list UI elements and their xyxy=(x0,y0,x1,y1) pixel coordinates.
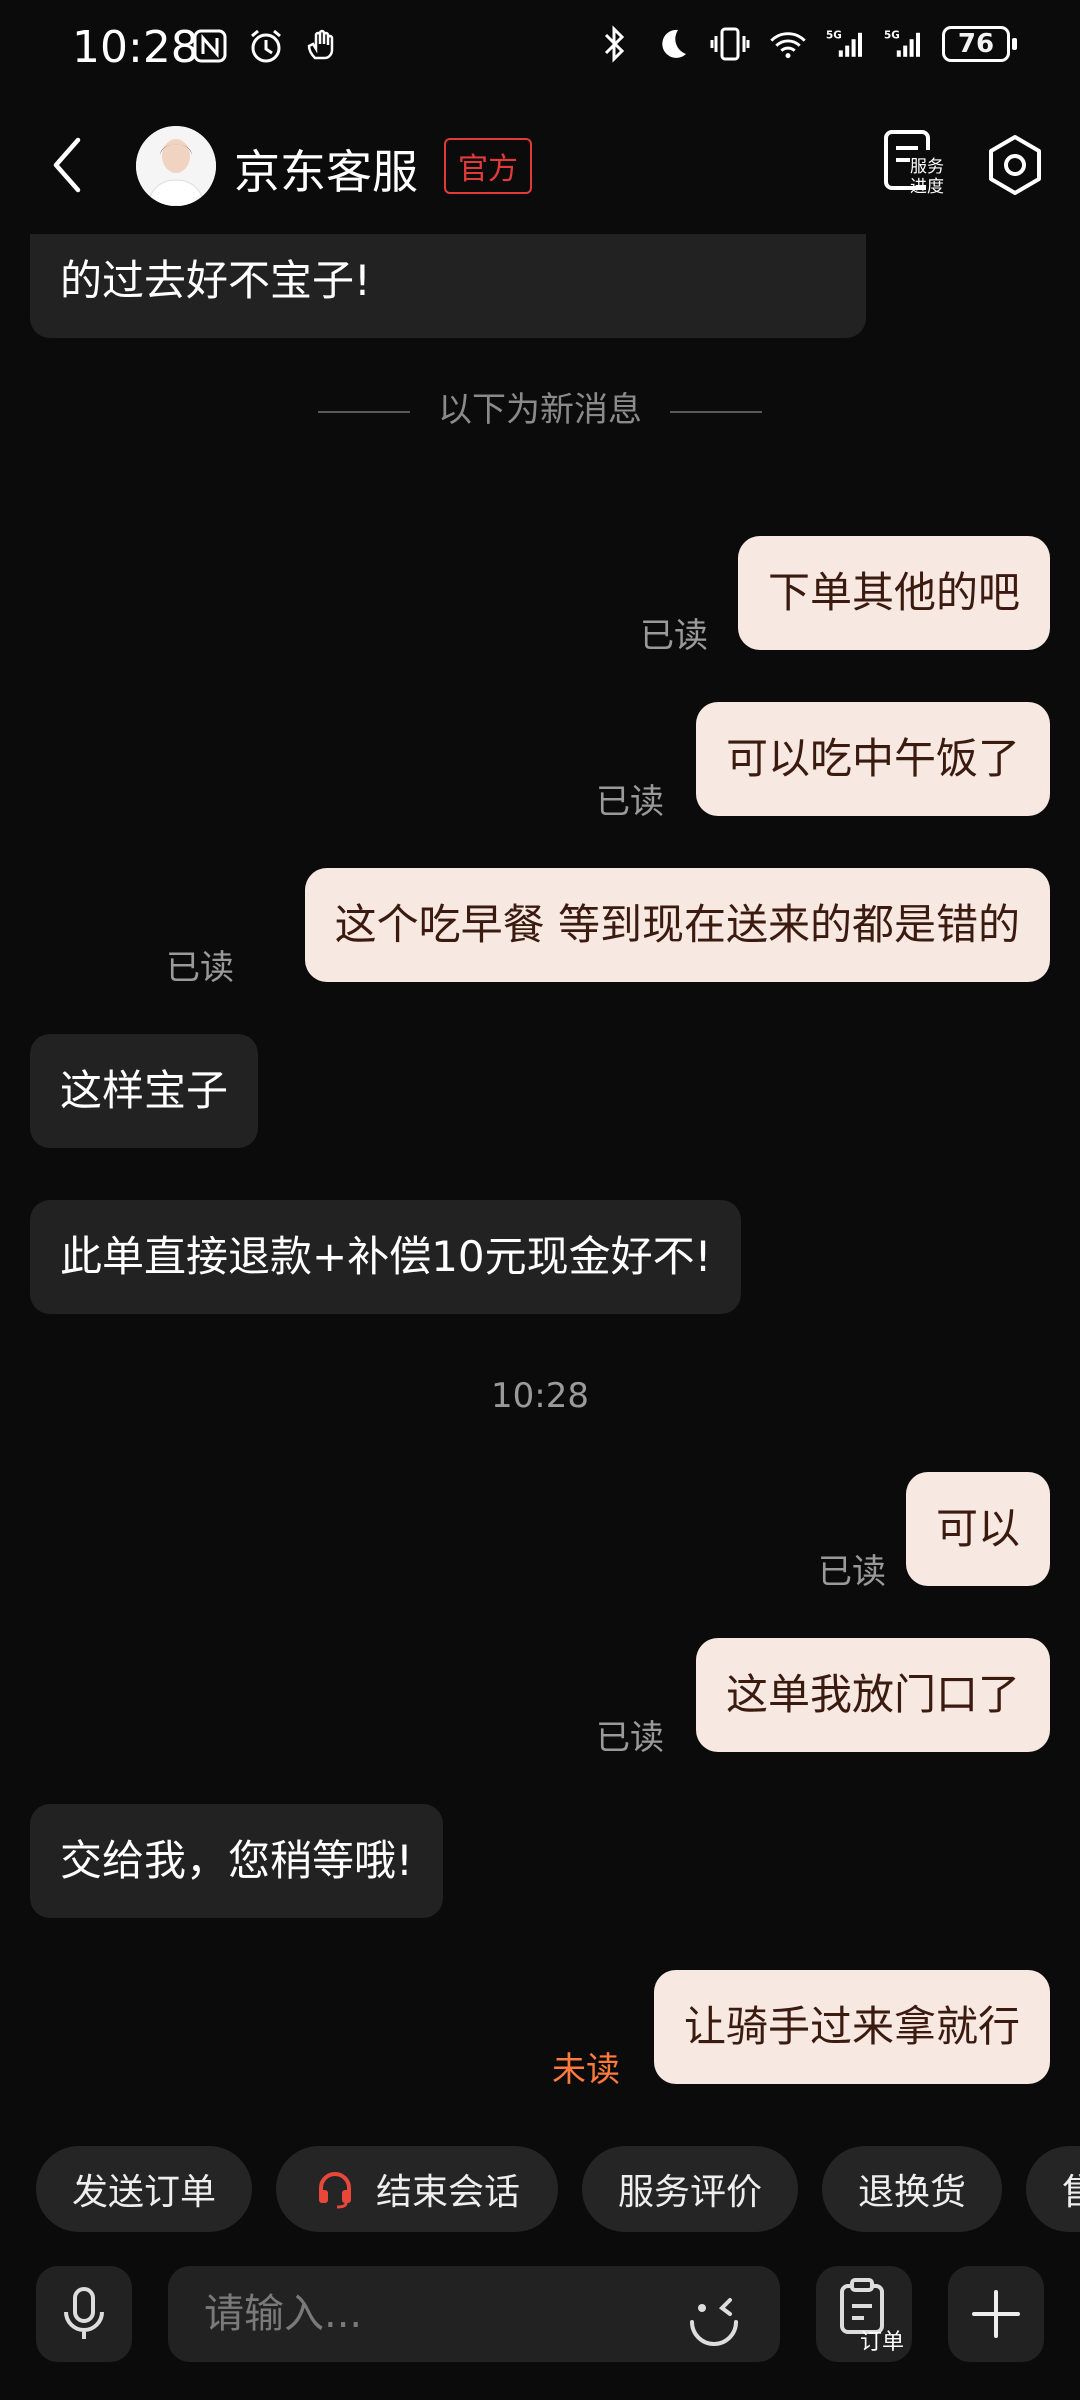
signal-5g-icon: 5G xyxy=(826,24,866,64)
unread-status: 未读 xyxy=(552,2050,620,2090)
chat-title: 京东客服 xyxy=(234,145,418,199)
service-progress-label-2: 进度 xyxy=(910,177,944,197)
more-button[interactable] xyxy=(948,2266,1044,2362)
read-status: 已读 xyxy=(596,1718,664,1758)
message-text: 此单直接退款+补偿10元现金好不! xyxy=(60,1232,712,1281)
chip-label: 退换货 xyxy=(857,2172,966,2213)
new-messages-label: 以下为新消息 xyxy=(438,390,642,430)
microphone-icon xyxy=(64,2287,104,2339)
outgoing-message[interactable]: 这个吃早餐 等到现在送来的都是错的 xyxy=(304,868,1050,982)
message-text: 这单我放门口了 xyxy=(725,1670,1020,1719)
back-button[interactable] xyxy=(44,130,94,200)
new-messages-divider: 以下为新消息 xyxy=(0,382,1080,431)
outgoing-message[interactable]: 让骑手过来拿就行 xyxy=(653,1970,1050,2084)
plus-icon xyxy=(972,2290,1020,2338)
settings-button[interactable] xyxy=(982,132,1048,198)
hand-icon xyxy=(302,26,342,66)
chip-label: 发送订单 xyxy=(71,2172,216,2213)
message-text: 这样宝子 xyxy=(60,1066,229,1115)
order-button[interactable]: 订单 xyxy=(816,2266,912,2362)
chat-header: 京东客服 官方 服务 进度 xyxy=(0,110,1080,220)
message-text: 交给我，您稍等哦! xyxy=(60,1836,413,1885)
wink-face-icon xyxy=(690,2298,738,2346)
emoji-button[interactable] xyxy=(684,2288,744,2348)
message-text: 可以 xyxy=(935,1504,1020,1553)
chip-label: 结束会话 xyxy=(375,2172,520,2213)
order-label: 订单 xyxy=(860,2330,905,2355)
voice-button[interactable] xyxy=(36,2266,132,2362)
service-progress-label-1: 服务 xyxy=(910,157,944,177)
chip-label: 售 xyxy=(1062,2163,1080,2215)
bluetooth-icon xyxy=(594,24,634,64)
agent-avatar[interactable] xyxy=(136,126,216,206)
input-bar: 订单 xyxy=(0,2266,1080,2366)
official-badge: 官方 xyxy=(444,138,532,194)
outgoing-message[interactable]: 可以吃中午饭了 xyxy=(695,702,1050,816)
signal-5g-icon-2: 5G xyxy=(884,24,924,64)
incoming-message[interactable]: 此单直接退款+补偿10元现金好不! xyxy=(30,1200,742,1314)
status-bar: 10:28 5G 5G 76 xyxy=(0,0,1080,100)
status-right-icons: 5G 5G 76 xyxy=(594,24,1017,64)
rate-service-chip[interactable]: 服务评价 xyxy=(582,2146,798,2232)
moon-icon xyxy=(652,24,692,64)
read-status: 已读 xyxy=(640,616,708,656)
svg-text:5G: 5G xyxy=(884,29,900,41)
incoming-message-cut[interactable]: 的过去好不宝子! xyxy=(30,234,866,338)
read-status: 已读 xyxy=(596,782,664,822)
wifi-icon xyxy=(768,24,808,64)
outgoing-message[interactable]: 这单我放门口了 xyxy=(695,1638,1050,1752)
read-status: 已读 xyxy=(818,1552,886,1592)
status-time: 10:28 xyxy=(72,22,199,73)
chip-label: 服务评价 xyxy=(617,2172,762,2213)
end-session-chip[interactable]: 结束会话 xyxy=(276,2146,558,2232)
alarm-icon xyxy=(246,26,286,66)
incoming-message[interactable]: 这样宝子 xyxy=(30,1034,259,1148)
outgoing-message[interactable]: 可以 xyxy=(905,1472,1050,1586)
divider-line-right xyxy=(670,410,762,413)
message-text: 的过去好不宝子! xyxy=(60,256,371,305)
battery-level: 76 xyxy=(957,29,995,59)
vibrate-icon xyxy=(710,24,750,64)
message-text: 让骑手过来拿就行 xyxy=(683,2002,1020,2051)
quick-reply-bar[interactable]: 发送订单 结束会话 服务评价 退换货 售 xyxy=(0,2146,1080,2232)
send-order-chip[interactable]: 发送订单 xyxy=(36,2146,252,2232)
outgoing-message[interactable]: 下单其他的吧 xyxy=(737,536,1050,650)
read-status: 已读 xyxy=(166,948,234,988)
message-text: 这个吃早餐 等到现在送来的都是错的 xyxy=(334,900,1020,949)
status-left-icons xyxy=(190,26,342,66)
return-exchange-chip[interactable]: 退换货 xyxy=(822,2146,1002,2232)
message-timestamp: 10:28 xyxy=(491,1376,589,1416)
svg-text:5G: 5G xyxy=(826,29,842,41)
divider-line-left xyxy=(318,410,410,413)
message-text: 下单其他的吧 xyxy=(767,568,1020,617)
nfc-icon xyxy=(190,26,230,66)
incoming-message[interactable]: 交给我，您稍等哦! xyxy=(30,1804,443,1918)
service-progress-button[interactable]: 服务 进度 xyxy=(880,128,946,202)
message-text: 可以吃中午饭了 xyxy=(725,734,1020,783)
battery-icon: 76 xyxy=(942,26,1017,62)
chat-area[interactable]: 的过去好不宝子! 以下为新消息 下单其他的吧 已读 可以吃中午饭了 已读 这个吃… xyxy=(0,234,1080,2114)
headset-icon xyxy=(318,2172,351,2209)
after-sale-chip[interactable]: 售 xyxy=(1026,2146,1080,2232)
